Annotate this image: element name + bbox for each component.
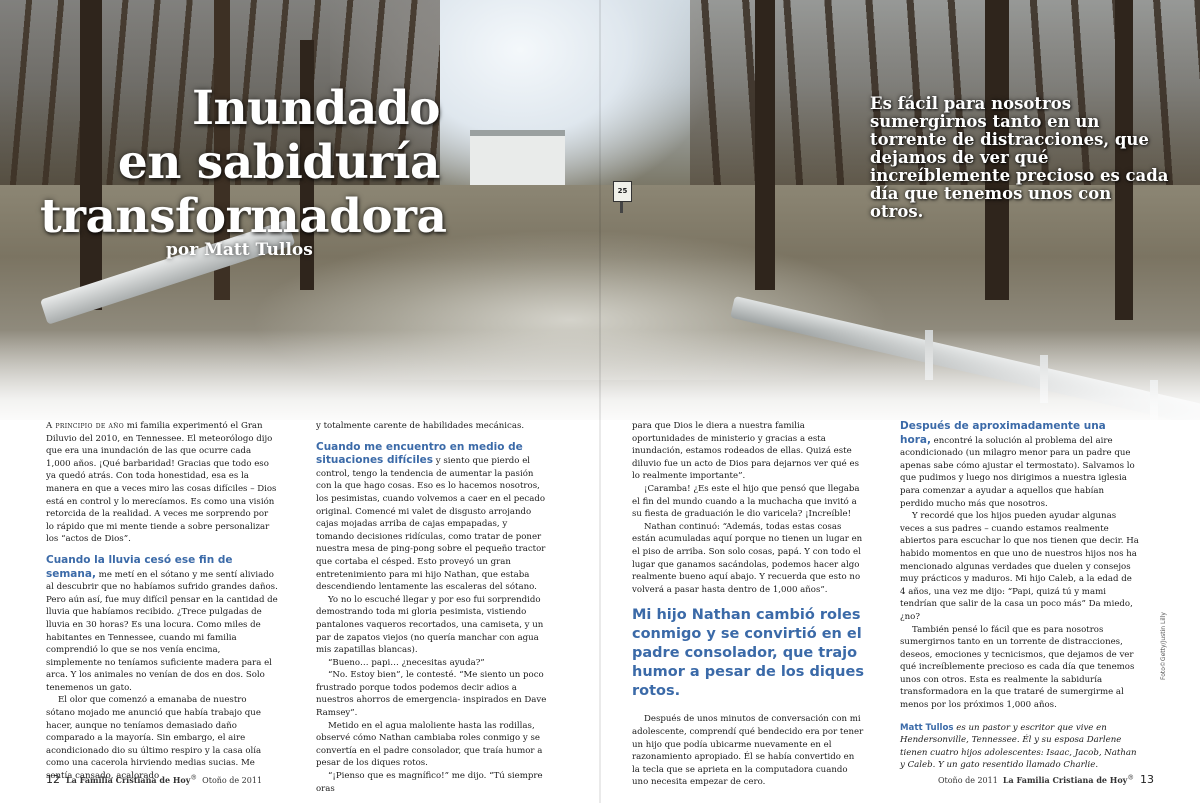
paragraph-text: me metí en el sótano y me sentí aliviado…: [46, 569, 278, 693]
paragraph: Y recordé que los hijos pueden ayudar al…: [900, 511, 1139, 622]
article-title: Inundado en sabiduría transformadora: [40, 81, 447, 244]
title-line: Inundado: [191, 81, 441, 136]
paragraph: A principio de año mi familia experiment…: [46, 420, 278, 546]
paragraph-text: mi familia experimentó el Gran Diluvio d…: [46, 421, 277, 545]
page-number: 12: [46, 773, 60, 786]
title-line: transformadora: [40, 189, 447, 244]
lead-in: A principio de año: [46, 421, 124, 431]
paragraph: y totalmente carente de habilidades mecá…: [316, 421, 525, 431]
tree-trunk: [755, 0, 775, 290]
paragraph: También pensé lo fácil que es para nosot…: [900, 624, 1135, 711]
author-name: Matt Tullos: [900, 722, 954, 733]
pull-quote: Es fácil para nosotros sumergirnos tanto…: [870, 94, 1169, 221]
paragraph: Cuando me encuentro en medio de situacio…: [316, 441, 548, 594]
paragraph: Después de unos minutos de conversación …: [632, 714, 864, 788]
paragraph: Después de aproximadamente una hora, enc…: [900, 420, 1140, 510]
page-gutter: [599, 0, 601, 803]
speed-limit-sign: 25: [613, 181, 632, 202]
paragraph: Cuando la lluvia cesó ese fin de semana,…: [46, 554, 278, 695]
photo-credit: Foto©Getty/Justin Lilly: [1160, 612, 1167, 680]
paragraph: para que Dios le diera a nuestra familia…: [632, 421, 859, 482]
article-column-4: Después de aproximadamente una hora, enc…: [900, 420, 1140, 772]
issue-date: Otoño de 2011: [937, 776, 998, 785]
house: [470, 130, 565, 191]
paragraph: “¡Pienso que es magnífico!” me dijo. “Tú…: [316, 771, 543, 794]
registered-mark: ®: [1127, 773, 1134, 782]
magazine-name: La Familia Cristiana de Hoy: [66, 775, 191, 785]
magazine-name: La Familia Cristiana de Hoy: [1002, 775, 1128, 785]
paragraph: Yo no lo escuché llegar y por eso fui so…: [316, 594, 544, 656]
paragraph: Nathan continuó: “Además, todas estas co…: [632, 521, 863, 595]
inline-pull-quote: Mi hijo Nathan cambió roles conmigo y se…: [632, 607, 864, 700]
article-column-2: y totalmente carente de habilidades mecá…: [316, 420, 548, 795]
author-bio: Matt Tullos es un pastor y escritor que …: [900, 722, 1140, 772]
paragraph: “No. Estoy bien”, le contesté. “Me sient…: [316, 670, 547, 719]
article-column-3: para que Dios le diera a nuestra familia…: [632, 420, 864, 789]
paragraph: “Bueno… papi… ¿necesitas ayuda?”: [328, 657, 485, 668]
paragraph: Metido en el agua maloliente hasta las r…: [316, 720, 543, 769]
speed-limit-sign-text: 25: [617, 187, 628, 195]
footer-right: Otoño de 2011 La Familia Cristiana de Ho…: [938, 773, 1160, 786]
footer-left: 12 La Familia Cristiana de Hoy® Otoño de …: [40, 773, 262, 786]
byline: por Matt Tullos: [166, 240, 313, 260]
page-number: 13: [1140, 773, 1154, 786]
paragraph-text: encontré la solución al problema del air…: [900, 435, 1135, 509]
article-column-1: A principio de año mi familia experiment…: [46, 420, 278, 783]
title-line: en sabiduría: [117, 135, 441, 190]
paragraph-text: y siento que pierdo el control, tengo la…: [316, 456, 546, 593]
registered-mark: ®: [190, 773, 198, 782]
paragraph: ¡Caramba! ¿Es este el hijo que pensó que…: [632, 483, 860, 520]
paragraph: El olor que comenzó a emanaba de nuestro…: [46, 695, 262, 782]
issue-date: Otoño de 2011: [202, 776, 263, 785]
